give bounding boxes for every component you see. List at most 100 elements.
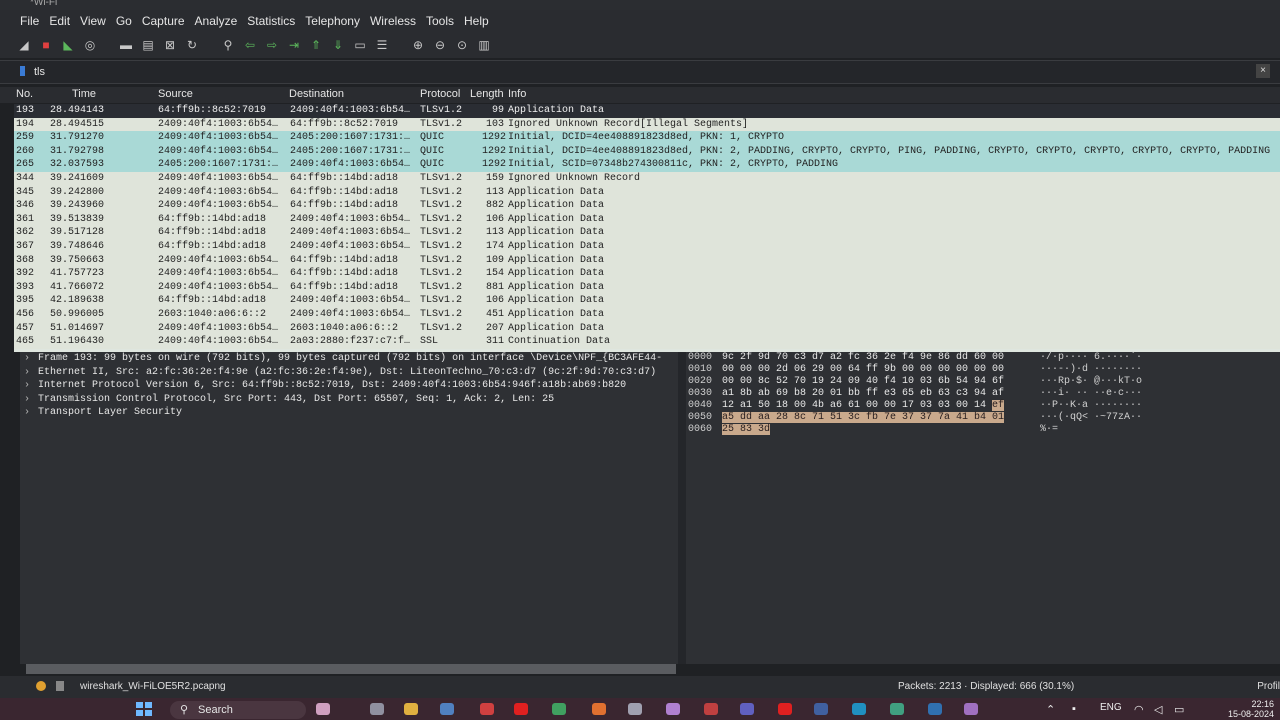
expand-arrow-icon[interactable]: › (24, 406, 38, 420)
detail-tree-item[interactable]: › Transport Layer Security (20, 406, 678, 420)
menu-item-view[interactable]: View (80, 14, 106, 28)
packet-row[interactable]: 457 51.014697 2409:40f4:1003:6b54… 2603:104… (14, 321, 1280, 336)
expert-info-icon[interactable] (36, 681, 46, 691)
file-explorer-icon[interactable] (404, 703, 418, 715)
packet-row[interactable]: 368 39.750663 2409:40f4:1003:6b54… 64:ff9b:… (14, 253, 1280, 268)
shark-fin-icon[interactable]: ◢ (16, 37, 32, 53)
close-file-icon[interactable]: ⊠ (162, 37, 178, 53)
clear-filter-icon[interactable]: × (1256, 64, 1270, 78)
menu-item-edit[interactable]: Edit (49, 14, 70, 28)
tray-chevron-icon[interactable]: ⌃ (1046, 703, 1055, 716)
packet-row[interactable]: 345 39.242800 2409:40f4:1003:6b54… 64:ff9b:… (14, 185, 1280, 200)
app-icon[interactable] (628, 703, 642, 715)
menu-item-telephony[interactable]: Telephony (305, 14, 360, 28)
wifi-icon[interactable]: ◠ (1134, 703, 1144, 716)
display-filter-input[interactable] (32, 63, 1256, 81)
colorize-icon[interactable]: ☰ (374, 37, 390, 53)
language-indicator[interactable]: ENG (1100, 702, 1122, 713)
zoom-reset-icon[interactable]: ⊙ (454, 37, 470, 53)
menu-item-go[interactable]: Go (116, 14, 132, 28)
resize-columns-icon[interactable]: ▥ (476, 37, 492, 53)
wireshark-icon[interactable] (928, 703, 942, 715)
restart-icon[interactable]: ◣ (60, 37, 76, 53)
hex-row[interactable]: 0050 a5 dd aa 28 8c 71 51 3c fb 7e 37 37 … (686, 412, 1280, 424)
profile-label[interactable]: Profil (1257, 681, 1280, 692)
packet-row[interactable]: 346 39.243960 2409:40f4:1003:6b54… 64:ff9b:… (14, 199, 1280, 213)
task-view-icon[interactable] (370, 703, 384, 715)
hex-row[interactable]: 0020 00 00 8c 52 70 19 24 09 40 f4 10 03 … (686, 376, 1280, 388)
expand-arrow-icon[interactable]: › (24, 379, 38, 393)
options-icon[interactable]: ◎ (82, 37, 98, 53)
taskbar-search[interactable]: ⚲ Search (170, 701, 306, 719)
menu-item-tools[interactable]: Tools (426, 14, 454, 28)
packet-row[interactable]: 456 50.996005 2603:1040:a06:6::2 2409:40f4:… (14, 307, 1280, 322)
hex-row[interactable]: 0010 00 00 00 2d 06 29 00 64 ff 9b 00 00 … (686, 364, 1280, 376)
zoom-out-icon[interactable]: ⊖ (432, 37, 448, 53)
battery-icon[interactable]: ▭ (1174, 703, 1184, 716)
app-icon[interactable] (890, 703, 904, 715)
col-source[interactable]: Source (158, 88, 193, 100)
col-protocol[interactable]: Protocol (420, 88, 460, 100)
packet-row[interactable]: 344 39.241609 2409:40f4:1003:6b54… 64:ff9b:… (14, 171, 1280, 186)
youtube-icon[interactable] (778, 703, 792, 715)
firefox-icon[interactable] (592, 703, 606, 715)
find-icon[interactable]: ⚲ (220, 37, 236, 53)
first-icon[interactable]: ⇑ (308, 37, 324, 53)
app-icon[interactable] (814, 703, 828, 715)
pane-splitter[interactable] (678, 352, 686, 664)
zoom-in-icon[interactable]: ⊕ (410, 37, 426, 53)
netflix-icon[interactable] (514, 703, 528, 715)
hex-row[interactable]: 0060 25 83 3d %·= (686, 424, 1280, 436)
autoscroll-icon[interactable]: ▭ (352, 37, 368, 53)
packet-row[interactable]: 260 31.792798 2409:40f4:1003:6b54… 2405:200… (14, 144, 1280, 159)
packet-row[interactable]: 361 39.513839 64:ff9b::14bd:ad18 2409:40f4:… (14, 212, 1280, 227)
detail-tree-item[interactable]: › Frame 193: 99 bytes on wire (792 bits),… (20, 352, 678, 366)
menu-item-capture[interactable]: Capture (142, 14, 185, 28)
packet-row[interactable]: 265 32.037593 2405:200:1607:1731:… 2409:40f… (14, 158, 1280, 172)
packet-row[interactable]: 193 28.494143 64:ff9b::8c52:7019 2409:40f4:… (14, 104, 1280, 118)
hex-row[interactable]: 0040 12 a1 50 18 00 4b a6 61 00 00 17 03 … (686, 400, 1280, 412)
back-icon[interactable]: ⇦ (242, 37, 258, 53)
detail-tree-item[interactable]: › Ethernet II, Src: a2:fc:36:2e:f4:9e (a2… (20, 366, 678, 380)
horizontal-scrollbar[interactable] (26, 664, 676, 674)
col-time[interactable]: Time (72, 88, 96, 100)
widgets-icon[interactable] (316, 703, 330, 715)
clock[interactable]: 22:16 15-08-2024 (1228, 699, 1274, 719)
store-icon[interactable] (440, 703, 454, 715)
app-icon[interactable] (480, 703, 494, 715)
menu-item-wireless[interactable]: Wireless (370, 14, 416, 28)
edge-icon[interactable] (852, 703, 866, 715)
hex-row[interactable]: 0000 9c 2f 9d 70 c3 d7 a2 fc 36 2e f4 9e … (686, 352, 1280, 364)
app-icon[interactable] (704, 703, 718, 715)
volume-icon[interactable]: ◁ (1154, 703, 1162, 716)
packet-row[interactable]: 194 28.494515 2409:40f4:1003:6b54… 64:ff9b:… (14, 117, 1280, 132)
stop-icon[interactable]: ■ (38, 37, 54, 53)
capture-file-icon[interactable] (56, 681, 64, 691)
last-icon[interactable]: ⇓ (330, 37, 346, 53)
packet-row[interactable]: 465 51.196430 2409:40f4:1003:6b54… 2a03:288… (14, 335, 1280, 349)
expand-arrow-icon[interactable]: › (24, 352, 38, 366)
col-no[interactable]: No. (16, 88, 33, 100)
menu-item-analyze[interactable]: Analyze (195, 14, 238, 28)
packet-row[interactable]: 367 39.748646 64:ff9b::14bd:ad18 2409:40f4:… (14, 239, 1280, 254)
packet-row[interactable]: 395 42.189638 64:ff9b::14bd:ad18 2409:40f4:… (14, 294, 1280, 308)
app-icon[interactable] (666, 703, 680, 715)
teams-icon[interactable] (740, 703, 754, 715)
packet-row[interactable]: 362 39.517128 64:ff9b::14bd:ad18 2409:40f4:… (14, 226, 1280, 240)
goto-icon[interactable]: ⇥ (286, 37, 302, 53)
forward-icon[interactable]: ⇨ (264, 37, 280, 53)
menu-item-help[interactable]: Help (464, 14, 489, 28)
tray-app-icon[interactable]: ▪ (1072, 703, 1076, 715)
col-length[interactable]: Length (470, 88, 504, 100)
packet-row[interactable]: 392 41.757723 2409:40f4:1003:6b54… 64:ff9b:… (14, 267, 1280, 281)
open-icon[interactable]: ▬ (118, 37, 134, 53)
col-info[interactable]: Info (508, 88, 526, 100)
save-icon[interactable]: ▤ (140, 37, 156, 53)
chrome-icon[interactable] (552, 703, 566, 715)
packet-row[interactable]: 393 41.766072 2409:40f4:1003:6b54… 64:ff9b:… (14, 280, 1280, 295)
detail-tree-item[interactable]: › Transmission Control Protocol, Src Port… (20, 393, 678, 407)
col-destination[interactable]: Destination (289, 88, 344, 100)
reload-icon[interactable]: ↻ (184, 37, 200, 53)
expand-arrow-icon[interactable]: › (24, 393, 38, 407)
start-icon[interactable] (136, 702, 152, 716)
